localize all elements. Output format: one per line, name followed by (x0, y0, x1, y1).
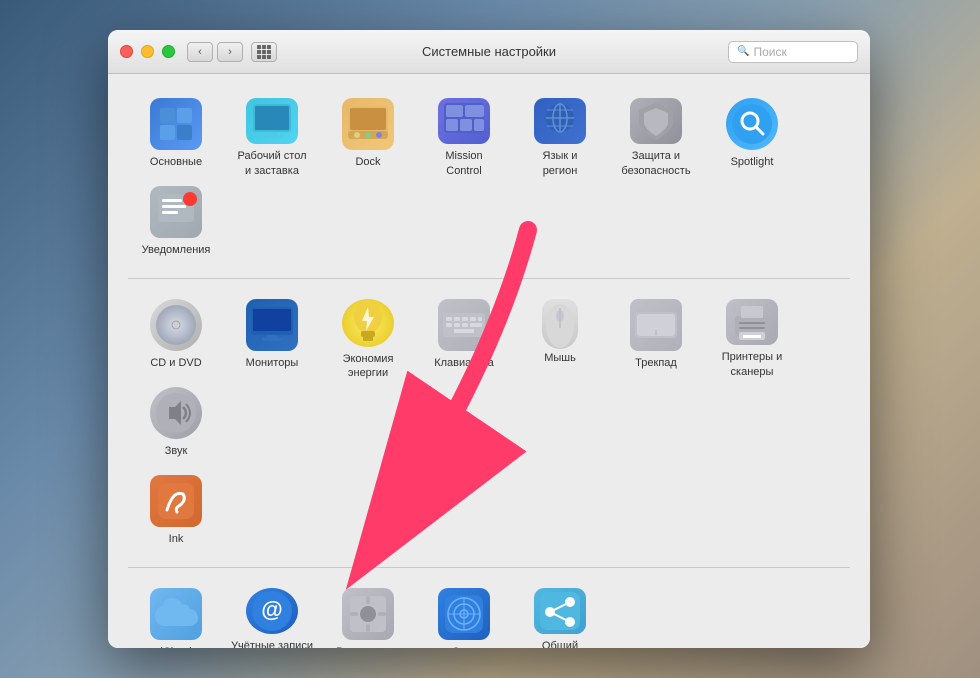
icon-spotlight (726, 98, 778, 150)
label-notifications: Уведомления (142, 243, 211, 257)
icon-mouse (542, 299, 578, 349)
label-spotlight: Spotlight (731, 155, 774, 169)
pref-spotlight[interactable]: Spotlight (704, 90, 800, 178)
window-title: Системные настройки (422, 44, 556, 59)
nav-buttons: ‹ › (187, 42, 243, 62)
close-button[interactable] (120, 45, 133, 58)
titlebar: ‹ › Системные настройки 🔍 Поиск (108, 30, 870, 74)
label-osnovnye: Основные (150, 155, 202, 169)
pref-cd[interactable]: CD и DVD (128, 291, 224, 379)
system-preferences-window: ‹ › Системные настройки 🔍 Поиск (108, 30, 870, 648)
label-dock: Dock (355, 155, 380, 169)
icon-mission (438, 98, 490, 144)
pref-dock[interactable]: Dock (320, 90, 416, 178)
pref-osnovnye[interactable]: Основные (128, 90, 224, 178)
pref-sharing[interactable]: Общийдоступ (512, 580, 608, 648)
pref-lang[interactable]: Язык ирегион (512, 90, 608, 178)
icon-network (438, 588, 490, 640)
divider-1 (128, 278, 850, 279)
icon-printer (726, 299, 778, 345)
pref-mission[interactable]: MissionControl (416, 90, 512, 178)
icon-osnovnye (150, 98, 202, 150)
label-trackpad: Трекпад (635, 356, 677, 370)
minimize-button[interactable] (141, 45, 154, 58)
label-accounts: Учётные записиинтернета (231, 639, 313, 648)
label-monitors: Мониторы (246, 356, 299, 370)
label-ink: Ink (169, 532, 184, 546)
pref-extensions[interactable]: Расширения (320, 580, 416, 648)
label-security: Защита ибезопасность (621, 149, 690, 178)
forward-button[interactable]: › (217, 42, 243, 62)
icon-notifications (150, 186, 202, 238)
divider-2 (128, 567, 850, 568)
svg-text:@: @ (261, 597, 282, 622)
icon-energy (342, 299, 394, 347)
section-ink: Ink (128, 467, 850, 555)
icon-icloud (150, 588, 202, 640)
label-mouse: Мышь (544, 351, 576, 365)
pref-printer[interactable]: Принтеры исканеры (704, 291, 800, 379)
label-energy: Экономияэнергии (343, 352, 394, 381)
label-sharing: Общийдоступ (542, 639, 578, 648)
content-area: Основные Рабочий столи заставка (108, 74, 870, 648)
icon-sound (150, 387, 202, 439)
section-internet: iCloud @ Учётные записиинтернета (128, 580, 850, 648)
grid-view-button[interactable] (251, 42, 277, 62)
label-keyboard: Клавиатура (434, 356, 494, 370)
icon-monitors (246, 299, 298, 351)
label-printer: Принтеры исканеры (722, 350, 783, 379)
label-icloud: iCloud (160, 645, 191, 648)
icon-cd (150, 299, 202, 351)
pref-icloud[interactable]: iCloud (128, 580, 224, 648)
maximize-button[interactable] (162, 45, 175, 58)
traffic-lights (120, 45, 175, 58)
pref-energy[interactable]: Экономияэнергии (320, 291, 416, 379)
icon-security (630, 98, 682, 144)
pref-network[interactable]: Сеть (416, 580, 512, 648)
section-personal: Основные Рабочий столи заставка (128, 90, 850, 266)
icon-dock (342, 98, 394, 150)
search-icon: 🔍 (737, 46, 749, 57)
pref-accounts[interactable]: @ Учётные записиинтернета (224, 580, 320, 648)
icon-lang (534, 98, 586, 144)
pref-sound[interactable]: Звук (128, 379, 224, 467)
label-extensions: Расширения (336, 645, 400, 648)
label-network: Сеть (452, 645, 476, 648)
icon-accounts: @ (246, 588, 298, 634)
back-button[interactable]: ‹ (187, 42, 213, 62)
pref-mouse[interactable]: Мышь (512, 291, 608, 379)
icon-trackpad (630, 299, 682, 351)
icon-sharing (534, 588, 586, 634)
pref-ink[interactable]: Ink (128, 467, 224, 555)
grid-icon (257, 45, 271, 59)
pref-notifications[interactable]: Уведомления (128, 178, 224, 266)
label-cd: CD и DVD (150, 356, 201, 370)
pref-keyboard[interactable]: Клавиатура (416, 291, 512, 379)
label-desktop: Рабочий столи заставка (237, 149, 306, 178)
pref-trackpad[interactable]: Трекпад (608, 291, 704, 379)
pref-security[interactable]: Защита ибезопасность (608, 90, 704, 178)
label-sound: Звук (165, 444, 188, 458)
section-hardware: CD и DVD Мониторы (128, 291, 850, 467)
pref-monitors[interactable]: Мониторы (224, 291, 320, 379)
icon-extensions (342, 588, 394, 640)
search-placeholder: Поиск (753, 45, 786, 59)
icon-keyboard (438, 299, 490, 351)
pref-desktop[interactable]: Рабочий столи заставка (224, 90, 320, 178)
label-lang: Язык ирегион (543, 149, 578, 178)
label-mission: MissionControl (445, 149, 482, 178)
icon-ink (150, 475, 202, 527)
search-box[interactable]: 🔍 Поиск (728, 41, 858, 63)
icon-desktop (246, 98, 298, 144)
